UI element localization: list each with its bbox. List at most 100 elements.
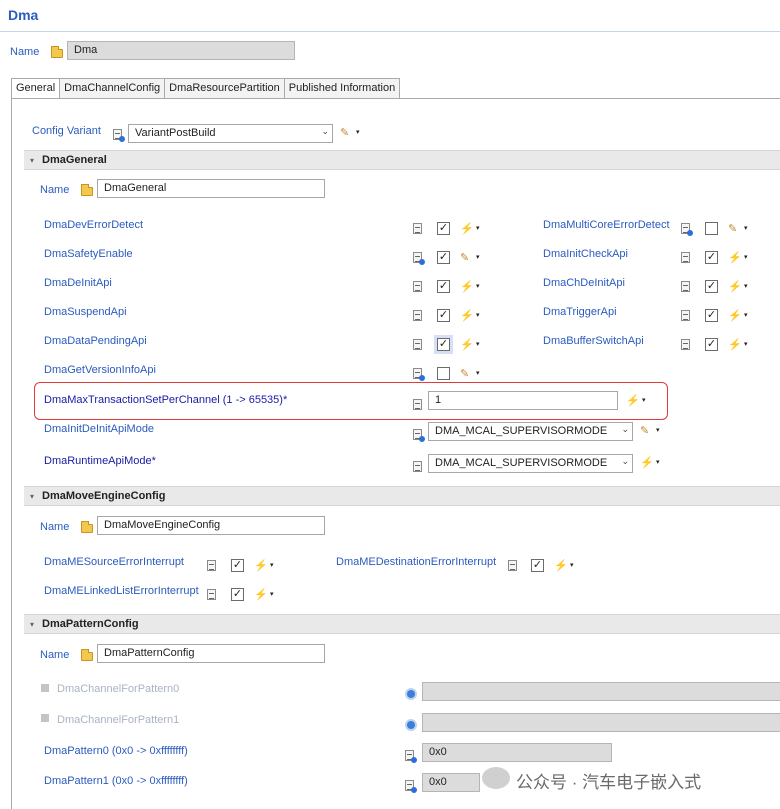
chevron-down-icon[interactable]: ⌄ [621,424,629,435]
pattern-name-field[interactable]: DmaPatternConfig [97,644,325,663]
caret-down-icon[interactable]: ▾ [270,560,278,572]
param-label[interactable]: DmaChDeInitApi [543,277,625,289]
caret-down-icon[interactable]: ▾ [744,281,752,293]
init-deinit-mode-combo[interactable]: DMA_MCAL_SUPERVISORMODE ⌄ [428,422,633,441]
max-transaction-label[interactable]: DmaMaxTransactionSetPerChannel (1 -> 655… [44,394,287,406]
wand-icon[interactable]: ⚡ [626,395,640,407]
tab-dma-resource-partition[interactable]: DmaResourcePartition [164,78,284,99]
caret-down-icon[interactable]: ▾ [744,223,752,235]
caret-down-icon[interactable]: ▾ [270,589,278,601]
runtime-mode-combo[interactable]: DMA_MCAL_SUPERVISORMODE ⌄ [428,454,633,473]
trigger-api-checkbox[interactable]: ✓ [705,309,718,322]
wand-icon[interactable]: ⚡ [728,252,742,264]
me-linked-list-error-checkbox[interactable]: ✓ [231,588,244,601]
pencil-icon[interactable]: ✎ [460,368,474,380]
config-variant-label[interactable]: Config Variant [32,125,101,137]
section-dma-pattern-config[interactable]: ▾ DmaPatternConfig [24,614,780,634]
max-transaction-input[interactable]: 1 [428,391,618,410]
caret-down-icon[interactable]: ▾ [476,339,484,351]
pattern-name-label[interactable]: Name [40,649,69,661]
param-label[interactable]: DmaDataPendingApi [44,335,147,347]
caret-down-icon[interactable]: ▾ [570,560,578,572]
wand-icon[interactable]: ⚡ [460,310,474,322]
dev-error-detect-checkbox[interactable]: ✓ [437,222,450,235]
caret-down-icon[interactable]: ▾ [476,223,484,235]
chevron-down-icon[interactable]: ⌄ [321,126,329,137]
param-label[interactable]: DmaMESourceErrorInterrupt [44,556,184,568]
caret-down-icon[interactable]: ▾ [744,252,752,264]
caret-down-icon[interactable]: ▾ [744,310,752,322]
safety-enable-checkbox[interactable]: ✓ [437,251,450,264]
pencil-icon[interactable]: ✎ [460,252,474,264]
data-pending-api-checkbox[interactable]: ✓ [434,335,453,354]
general-name-field[interactable]: DmaGeneral [97,179,325,198]
name-label[interactable]: Name [10,46,39,58]
tab-published-information[interactable]: Published Information [283,78,401,99]
caret-down-icon[interactable]: ▾ [744,339,752,351]
param-label[interactable]: DmaGetVersionInfoApi [44,364,156,376]
param-label[interactable]: DmaMultiCoreErrorDetect [543,219,670,231]
caret-down-icon[interactable]: ▾ [476,281,484,293]
wand-icon[interactable]: ⚡ [728,281,742,293]
param-label[interactable]: DmaInitCheckApi [543,248,628,260]
caret-down-icon[interactable]: ▾ [656,425,664,437]
doc-icon [413,399,422,410]
general-name-label[interactable]: Name [40,184,69,196]
param-label[interactable]: DmaBufferSwitchApi [543,335,644,347]
runtime-mode-label[interactable]: DmaRuntimeApiMode* [44,455,156,467]
init-check-api-checkbox[interactable]: ✓ [705,251,718,264]
caret-down-icon[interactable]: ▾ [356,127,364,139]
tab-dma-channel-config[interactable]: DmaChannelConfig [59,78,165,99]
move-engine-name-field[interactable]: DmaMoveEngineConfig [97,516,325,535]
param-label[interactable]: DmaSuspendApi [44,306,127,318]
pencil-icon[interactable]: ✎ [728,223,742,235]
init-deinit-mode-label[interactable]: DmaInitDeInitApiMode [44,423,154,435]
wand-icon[interactable]: ⚡ [640,457,654,469]
caret-down-icon[interactable]: ▾ [476,310,484,322]
name-field[interactable]: Dma [67,41,295,60]
collapse-icon[interactable]: ▾ [30,156,34,165]
me-source-error-checkbox[interactable]: ✓ [231,559,244,572]
pencil-icon[interactable]: ✎ [640,425,654,437]
wand-icon[interactable]: ⚡ [254,589,268,601]
deinit-api-checkbox[interactable]: ✓ [437,280,450,293]
wand-icon[interactable]: ⚡ [460,223,474,235]
move-engine-name-label[interactable]: Name [40,521,69,533]
wand-icon[interactable]: ⚡ [554,560,568,572]
section-dma-general[interactable]: ▾ DmaGeneral [24,150,780,170]
chevron-down-icon[interactable]: ⌄ [621,456,629,467]
param-label[interactable]: DmaDeInitApi [44,277,112,289]
get-version-info-checkbox[interactable] [437,367,450,380]
pattern0-label[interactable]: DmaPattern0 (0x0 -> 0xffffffff) [44,745,188,757]
config-variant-combo[interactable]: VariantPostBuild ⌄ [128,124,333,143]
param-label[interactable]: DmaMEDestinationErrorInterrupt [336,556,496,568]
caret-down-icon[interactable]: ▾ [476,252,484,264]
wand-icon[interactable]: ⚡ [460,281,474,293]
pattern1-label[interactable]: DmaPattern1 (0x0 -> 0xffffffff) [44,775,188,787]
ch-deinit-api-checkbox[interactable]: ✓ [705,280,718,293]
pencil-icon[interactable]: ✎ [340,127,354,139]
wand-icon[interactable]: ⚡ [460,339,474,351]
caret-down-icon[interactable]: ▾ [642,395,650,407]
collapse-icon[interactable]: ▾ [30,620,34,629]
wand-icon[interactable]: ⚡ [728,339,742,351]
param-label[interactable]: DmaTriggerApi [543,306,617,318]
tab-general[interactable]: General [11,78,60,99]
section-dma-move-engine-config[interactable]: ▾ DmaMoveEngineConfig [24,486,780,506]
caret-down-icon[interactable]: ▾ [476,368,484,380]
suspend-api-checkbox[interactable]: ✓ [437,309,450,322]
multicore-error-detect-checkbox[interactable] [705,222,718,235]
doc-icon [405,750,417,763]
me-destination-error-checkbox[interactable]: ✓ [531,559,544,572]
param-label[interactable]: DmaSafetyEnable [44,248,133,260]
pattern1-input[interactable]: 0x0 [422,773,480,792]
buffer-switch-api-checkbox[interactable]: ✓ [705,338,718,351]
param-label[interactable]: DmaDevErrorDetect [44,219,143,231]
title-divider [0,31,780,32]
collapse-icon[interactable]: ▾ [30,492,34,501]
wand-icon[interactable]: ⚡ [728,310,742,322]
pattern0-input[interactable]: 0x0 [422,743,612,762]
caret-down-icon[interactable]: ▾ [656,457,664,469]
param-label[interactable]: DmaMELinkedListErrorInterrupt [44,585,199,597]
wand-icon[interactable]: ⚡ [254,560,268,572]
